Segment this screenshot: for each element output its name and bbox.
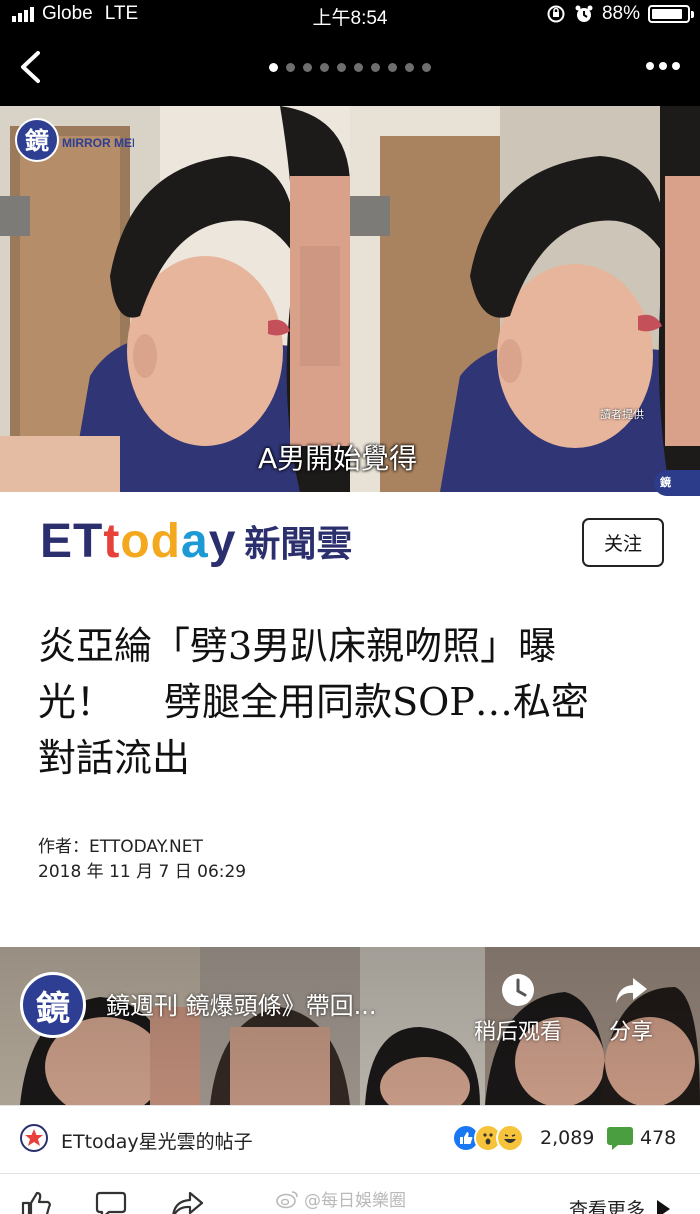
mirror-media-logo: 鏡 MIRROR MEDIA — [15, 118, 134, 162]
battery-icon — [648, 5, 694, 23]
comment-count-icon[interactable] — [606, 1125, 634, 1151]
haha-reaction-icon — [496, 1124, 524, 1152]
video-title[interactable]: 鏡週刊 鏡爆頭條》帶回... — [106, 986, 377, 1021]
video-shade — [0, 947, 700, 1105]
page-dot — [388, 63, 397, 72]
follow-button[interactable]: 关注 — [582, 518, 664, 567]
page-dot — [320, 63, 329, 72]
page-dot — [269, 63, 278, 72]
see-more-label: 查看更多 — [569, 1199, 646, 1214]
source-name[interactable]: ETtoday星光雲的帖子 — [61, 1127, 253, 1154]
weibo-icon — [276, 1190, 298, 1208]
article-byline: 作者：ETTODAY.NET 2018 年 11 月 7 日 06:29 — [38, 835, 246, 885]
photo-panel-right — [350, 106, 700, 492]
photo-caption: A男開始覺得 — [258, 442, 418, 475]
like-icon[interactable] — [20, 1190, 52, 1214]
corner-logo: 鏡 — [654, 470, 700, 496]
status-bar: Globe LTE 上午8:54 88% — [0, 0, 700, 29]
page-dot — [405, 63, 414, 72]
brand-cn: 新聞雲 — [244, 524, 353, 565]
play-arrow-icon — [657, 1199, 671, 1214]
photo-panel-left — [0, 106, 350, 492]
publish-date: 2018 年 11 月 7 日 06:29 — [38, 862, 247, 882]
page-dot — [286, 63, 295, 72]
svg-text:MIRROR MEDIA: MIRROR MEDIA — [62, 136, 134, 150]
page-dot — [371, 63, 380, 72]
headline-line: 炎亞綸「劈3男趴床親吻照」曝 — [38, 624, 557, 668]
nav-bar — [0, 28, 700, 106]
share-icon — [616, 978, 647, 1003]
reaction-icons[interactable] — [452, 1124, 524, 1152]
author: 作者：ETTODAY.NET — [38, 837, 203, 857]
video-card[interactable] — [0, 947, 700, 1105]
headline-line: 對話流出 — [38, 736, 191, 780]
headline-line: 光！ 劈腿全用同款SOP…私密 — [38, 680, 589, 724]
share-outline-icon[interactable] — [170, 1190, 204, 1214]
ettoday-logo: ET t o d a y 新聞雲 — [40, 513, 352, 569]
svg-text:鏡: 鏡 — [25, 127, 49, 155]
article-photo[interactable] — [0, 106, 700, 492]
orientation-lock-icon — [547, 5, 565, 23]
reader-credit: 讀者提供 — [600, 408, 644, 421]
clock-icon — [502, 974, 534, 1006]
reaction-count[interactable]: 2,089 — [540, 1127, 594, 1149]
share-button[interactable]: 分享 — [609, 972, 653, 1046]
page-dot — [303, 63, 312, 72]
comment-count[interactable]: 478 — [640, 1127, 676, 1149]
battery-percent: 88% — [601, 3, 640, 24]
page-dot — [337, 63, 346, 72]
share-label: 分享 — [609, 1020, 654, 1045]
battery-level — [652, 9, 682, 19]
brand-latin: ET t o d a y — [40, 514, 237, 568]
page-indicator — [0, 63, 700, 72]
watch-later-button[interactable]: 稍后观看 — [474, 972, 562, 1046]
page-dot — [422, 63, 431, 72]
watermark-text: @每日娛樂圈 — [304, 1191, 406, 1211]
channel-avatar[interactable]: 鏡 — [20, 972, 86, 1038]
weibo-watermark: @每日娛樂圈 — [276, 1186, 406, 1211]
comment-icon[interactable] — [95, 1190, 127, 1214]
watch-later-label: 稍后观看 — [474, 1020, 563, 1045]
source-logo-icon[interactable] — [20, 1124, 48, 1152]
alarm-icon — [575, 5, 593, 22]
article-headline: 炎亞綸「劈3男趴床親吻照」曝 光！ 劈腿全用同款SOP…私密 對話流出 — [38, 618, 658, 786]
more-options-icon[interactable] — [646, 62, 680, 70]
page-dot — [354, 63, 363, 72]
see-more-button[interactable]: 查看更多 — [569, 1195, 671, 1214]
